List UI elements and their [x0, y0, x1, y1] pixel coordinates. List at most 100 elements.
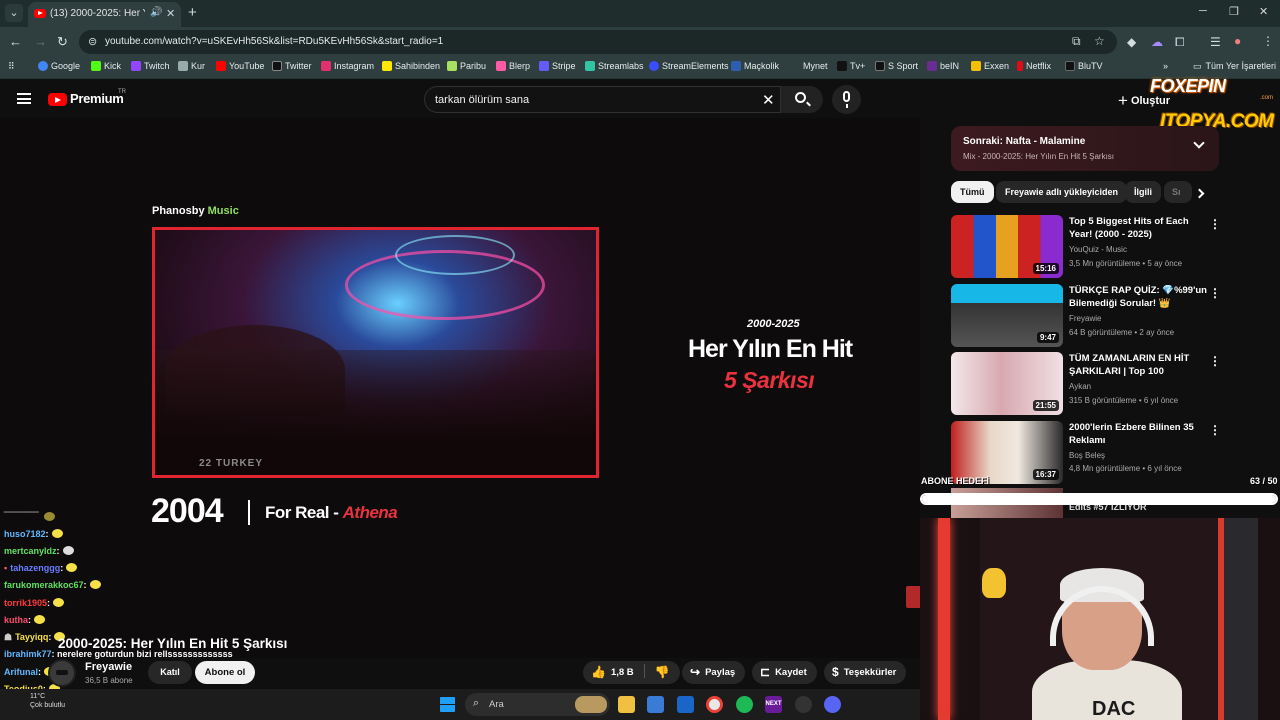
bookmark-blutv[interactable]: BluTV — [1065, 61, 1103, 71]
more-options-icon[interactable]: ⋮ — [1209, 217, 1221, 231]
speaker-icon[interactable]: 🔊 — [150, 7, 162, 18]
bookmark-twitter[interactable]: Twitter — [272, 61, 312, 71]
close-window-button[interactable]: ✕ — [1259, 5, 1268, 18]
player-side-tab[interactable] — [906, 586, 920, 608]
store-icon[interactable] — [647, 696, 664, 713]
bookmark-stripe[interactable]: Stripe — [539, 61, 576, 71]
chip-partial[interactable]: Sı — [1164, 181, 1192, 203]
all-bookmarks-folder[interactable]: ▭ Tüm Yer İşaretleri — [1193, 61, 1276, 72]
forward-button[interactable]: → — [34, 34, 47, 49]
steam-icon[interactable] — [795, 696, 812, 713]
chip-all[interactable]: Tümü — [951, 181, 994, 203]
minimize-button[interactable]: ─ — [1199, 5, 1207, 17]
bookmarks-overflow-button[interactable]: » — [1163, 61, 1168, 71]
like-icon[interactable]: 👍 — [591, 665, 606, 679]
chevron-down-icon[interactable] — [1193, 137, 1205, 149]
menu-icon[interactable] — [17, 93, 31, 104]
dislike-icon[interactable]: 👎 — [655, 665, 670, 679]
channel-avatar[interactable] — [48, 659, 76, 687]
bookmark-youtube[interactable]: YouTube — [216, 61, 264, 71]
video-channel[interactable]: Boş Beleş — [1069, 451, 1105, 460]
bookmark-netflix[interactable]: Netflix — [1017, 61, 1051, 71]
more-options-icon[interactable]: ⋮ — [1209, 286, 1221, 300]
chip-uploader[interactable]: Freyawie adlı yükleyiciden — [996, 181, 1128, 203]
bookmark-streamlabs[interactable]: Streamlabs — [585, 61, 644, 71]
youtube-premium-brand[interactable]: Premium — [70, 91, 124, 106]
chrome-menu-icon[interactable]: ⋮ — [1262, 34, 1274, 48]
video-channel[interactable]: Aykan — [1069, 382, 1091, 391]
recommendation-item[interactable]: 15:16 Top 5 Biggest Hits of Each Year! (… — [951, 215, 1221, 279]
install-app-icon[interactable]: ⧉ — [1072, 34, 1081, 49]
bookmark-star-icon[interactable]: ☆ — [1094, 34, 1105, 48]
bookmark-instagram[interactable]: Instagram — [321, 61, 374, 71]
video-title[interactable]: TÜM ZAMANLARIN EN HİT ŞARKILARI | Top 10… — [1069, 352, 1207, 378]
tab-close-icon[interactable]: ✕ — [166, 7, 175, 20]
bookmark-paribu[interactable]: Paribu — [447, 61, 486, 71]
bookmark-exxen[interactable]: Exxen — [971, 61, 1009, 71]
recommendation-item[interactable]: 21:55 TÜM ZAMANLARIN EN HİT ŞARKILARI | … — [951, 352, 1221, 416]
video-title[interactable]: 2000'lerin Ezbere Bilinen 35 Reklamı — [1069, 421, 1207, 447]
chrome-icon[interactable] — [706, 696, 723, 713]
video-thumbnail[interactable]: 9:47 — [951, 284, 1063, 347]
thanks-button[interactable]: $ Teşekkürler — [824, 661, 907, 684]
bookmark-streamelements[interactable]: StreamElements — [649, 61, 729, 71]
file-explorer-icon[interactable] — [618, 696, 635, 713]
voice-search-button[interactable] — [832, 85, 861, 114]
bookmark-mackolik[interactable]: Maçkolik — [731, 61, 779, 71]
new-tab-button[interactable]: + — [188, 4, 197, 21]
extensions-puzzle-icon[interactable]: ⧠ — [1175, 35, 1185, 50]
bookmark-kur[interactable]: Kur — [178, 61, 205, 71]
save-button[interactable]: ⊏ Kaydet — [752, 661, 817, 684]
chip-related[interactable]: İlgili — [1125, 181, 1161, 203]
video-player[interactable]: Phanosby Music 22 TURKEY 2000-2025 Her Y… — [0, 118, 920, 658]
bookmark-bein[interactable]: beIN — [927, 61, 959, 71]
bookmark-tvplus[interactable]: Tv+ — [837, 61, 865, 71]
extension-icon[interactable]: ◆ — [1127, 35, 1136, 49]
recommendation-item[interactable]: 16:37 2000'lerin Ezbere Bilinen 35 Rekla… — [951, 421, 1221, 485]
taskbar-search[interactable]: ⌕ Ara — [465, 693, 610, 716]
clear-search-icon[interactable]: ✕ — [762, 91, 775, 109]
more-options-icon[interactable]: ⋮ — [1209, 354, 1221, 368]
search-input[interactable]: tarkan ölürüm sana ✕ — [424, 86, 781, 113]
recommendation-item[interactable]: 9:47 TÜRKÇE RAP QUİZ: 💎%99'un Bilemediği… — [951, 284, 1221, 348]
windows-start-icon[interactable] — [440, 697, 455, 712]
bookmark-kick[interactable]: Kick — [91, 61, 121, 71]
bookmark-ssport[interactable]: S Sport — [875, 61, 918, 71]
weather-widget[interactable]: 11°C Çok bulutlu — [30, 692, 65, 710]
tab-search-button[interactable]: ⌄ — [5, 4, 23, 22]
subscribe-button[interactable]: Abone ol — [195, 661, 255, 684]
video-thumbnail[interactable]: 15:16 — [951, 215, 1063, 278]
address-bar[interactable]: ⊜ youtube.com/watch?v=uSKEvHh56Sk&list=R… — [79, 30, 1117, 54]
youtube-logo-icon[interactable] — [48, 93, 67, 106]
next-app-icon[interactable]: NEXT — [765, 696, 782, 713]
chevron-right-icon[interactable] — [1194, 188, 1205, 199]
video-title[interactable]: Top 5 Biggest Hits of Each Year! (2000 -… — [1069, 215, 1207, 241]
channel-name[interactable]: Freyawie — [85, 661, 132, 673]
mail-icon[interactable] — [677, 696, 694, 713]
video-thumbnail[interactable]: 16:37 — [951, 421, 1063, 484]
bookmark-sahibinden[interactable]: Sahibinden — [382, 61, 440, 71]
share-button[interactable]: ↪ Paylaş — [682, 661, 746, 684]
bookmark-mynet[interactable]: Mynet — [790, 61, 828, 71]
site-info-icon[interactable]: ⊜ — [88, 35, 97, 48]
reload-button[interactable]: ↻ — [57, 34, 68, 50]
profile-avatar-icon[interactable]: ● — [1234, 34, 1241, 48]
up-next-card[interactable]: Sonraki: Nafta - Malamine Mix - 2000-202… — [951, 126, 1219, 171]
bookmark-twitch[interactable]: Twitch — [131, 61, 170, 71]
extension-purple-icon[interactable]: ☁ — [1151, 35, 1163, 49]
restore-button[interactable]: ❐ — [1229, 5, 1239, 18]
back-button[interactable]: ← — [9, 34, 22, 49]
apps-grid-icon[interactable]: ⠿ — [8, 61, 15, 72]
video-channel[interactable]: Freyawie — [1069, 314, 1101, 323]
spotify-icon[interactable] — [736, 696, 753, 713]
discord-icon[interactable] — [824, 696, 841, 713]
browser-tab-active[interactable]: (13) 2000-2025: Her Yılın En Hit 5 Şarkı… — [28, 2, 181, 27]
like-count[interactable]: 1,8 B — [611, 667, 634, 678]
video-thumbnail[interactable]: 21:55 — [951, 352, 1063, 415]
video-channel[interactable]: YouQuiz - Music — [1069, 245, 1127, 254]
bookmark-google[interactable]: Google — [38, 61, 80, 71]
reading-list-icon[interactable]: ☰ — [1210, 35, 1221, 49]
bookmark-blerp[interactable]: Blerp — [496, 61, 530, 71]
more-options-icon[interactable]: ⋮ — [1209, 423, 1221, 437]
video-title[interactable]: TÜRKÇE RAP QUİZ: 💎%99'un Bilemediği Soru… — [1069, 284, 1207, 310]
